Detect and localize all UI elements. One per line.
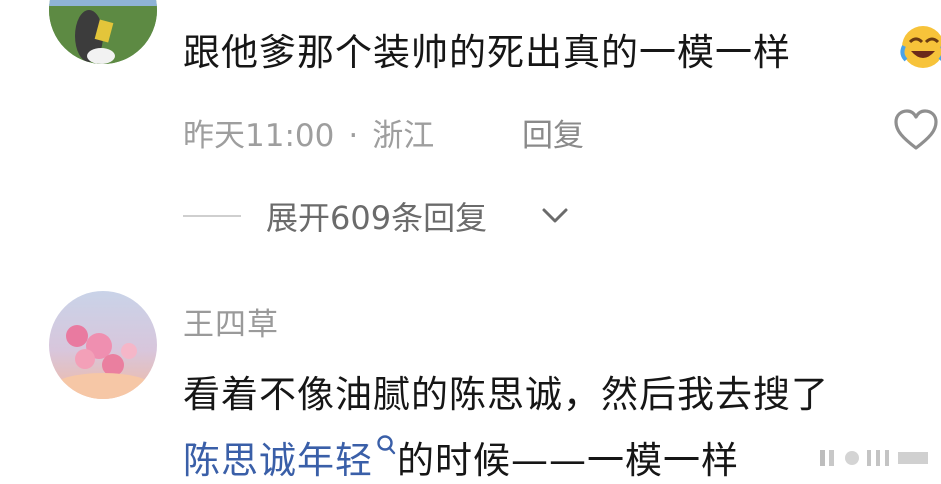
comment-text-tail: 的时候——一模一样 <box>397 439 739 482</box>
chevron-down-icon <box>542 208 568 223</box>
watermark-overlay <box>812 446 941 468</box>
comment-meta: 昨天11:00 · 浙江 回复 <box>183 110 584 155</box>
like-heart-icon[interactable] <box>893 107 939 153</box>
comment-text: 看着不像油腻的陈思诚，然后我去搜了 <box>183 373 829 416</box>
meta-separator: · <box>348 118 359 154</box>
comment-author[interactable]: 王四草 <box>183 299 279 344</box>
search-link-label: 陈思诚年轻 <box>183 439 373 482</box>
reply-button[interactable]: 回复 <box>522 110 584 155</box>
search-icon <box>377 434 396 454</box>
comment-text: 跟他爹那个装帅的死出真的一模一样 <box>183 31 791 74</box>
avatar[interactable] <box>49 0 157 64</box>
comment-time: 昨天11:00 <box>183 118 335 154</box>
divider-line <box>183 215 241 217</box>
avatar[interactable] <box>49 291 157 399</box>
comment-location: 浙江 <box>372 118 435 154</box>
comment-text-line2: 陈思诚年轻 的时候——一模一样 <box>183 430 739 484</box>
expand-replies-label: 展开609条回复 <box>266 199 488 237</box>
crying-laughing-emoji-icon <box>900 26 941 68</box>
search-link[interactable]: 陈思诚年轻 <box>183 434 397 482</box>
